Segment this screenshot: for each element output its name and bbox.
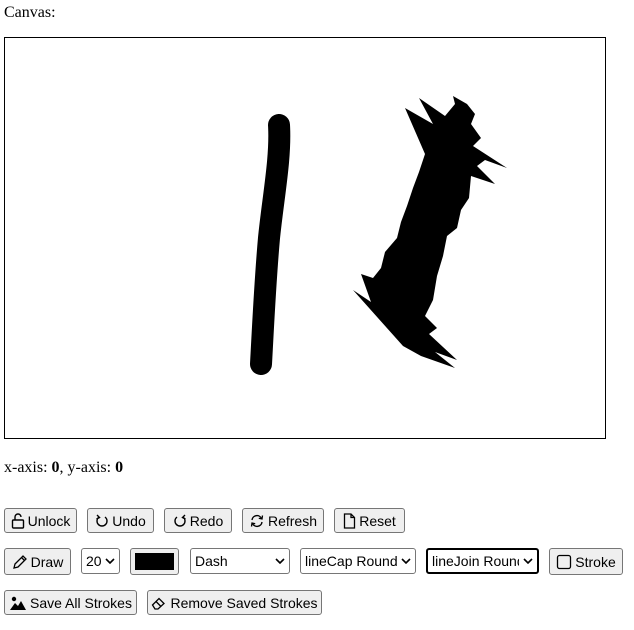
- remove-saved-strokes-button[interactable]: Remove Saved Strokes: [147, 590, 322, 615]
- redo-icon: [173, 514, 187, 528]
- line-style-select[interactable]: Dash: [190, 548, 290, 574]
- save-all-strokes-label: Save All Strokes: [30, 594, 132, 611]
- refresh-label: Refresh: [267, 512, 318, 529]
- redo-button[interactable]: Redo: [164, 508, 232, 533]
- canvas-drawing: [250, 96, 507, 375]
- drawn-stroke-round: [250, 114, 291, 375]
- unlock-button[interactable]: Unlock: [4, 508, 77, 533]
- chevron-down-icon: [105, 558, 115, 564]
- unlock-label: Unlock: [27, 512, 71, 529]
- drawing-canvas[interactable]: [4, 37, 606, 439]
- image-icon: [9, 595, 27, 611]
- color-swatch: [135, 553, 174, 570]
- save-all-strokes-button[interactable]: Save All Strokes: [4, 590, 137, 615]
- drawn-stroke-jagged: [353, 96, 507, 368]
- document-icon: [343, 512, 356, 529]
- unlock-icon: [11, 512, 25, 529]
- reset-label: Reset: [359, 512, 396, 529]
- chevron-down-icon: [275, 558, 285, 564]
- line-cap-value: lineCap Round: [305, 553, 397, 569]
- draw-button[interactable]: Draw: [4, 548, 71, 575]
- undo-button[interactable]: Undo: [87, 508, 154, 533]
- line-width-value: 20: [86, 553, 101, 569]
- square-icon: [556, 554, 572, 570]
- coords-separator: ,: [59, 459, 64, 476]
- refresh-icon: [249, 514, 265, 528]
- stroke-label: Stroke: [575, 553, 616, 570]
- x-axis-value: 0: [51, 459, 60, 476]
- undo-label: Undo: [112, 512, 146, 529]
- stroke-color-picker[interactable]: [130, 548, 179, 575]
- redo-label: Redo: [189, 512, 224, 529]
- chevron-down-icon: [523, 558, 533, 564]
- refresh-button[interactable]: Refresh: [242, 508, 324, 533]
- y-axis-label: y-axis:: [67, 459, 112, 476]
- coordinates-readout: x-axis: 0, y-axis: 0: [4, 459, 123, 477]
- pencil-icon: [12, 554, 28, 570]
- remove-saved-strokes-label: Remove Saved Strokes: [170, 594, 318, 611]
- chevron-down-icon: [401, 558, 411, 564]
- canvas-label: Canvas:: [4, 4, 56, 21]
- line-width-select[interactable]: 20: [81, 548, 120, 574]
- x-axis-label: x-axis:: [4, 459, 48, 476]
- eraser-icon: [151, 596, 167, 610]
- draw-label: Draw: [30, 553, 64, 570]
- line-join-select[interactable]: lineJoin Round: [426, 548, 539, 574]
- line-cap-select[interactable]: lineCap Round: [300, 548, 416, 574]
- line-style-value: Dash: [195, 553, 228, 569]
- undo-icon: [95, 514, 109, 528]
- line-join-value: lineJoin Round: [432, 553, 519, 569]
- y-axis-value: 0: [115, 459, 124, 476]
- reset-button[interactable]: Reset: [334, 508, 405, 533]
- stroke-button[interactable]: Stroke: [549, 548, 623, 575]
